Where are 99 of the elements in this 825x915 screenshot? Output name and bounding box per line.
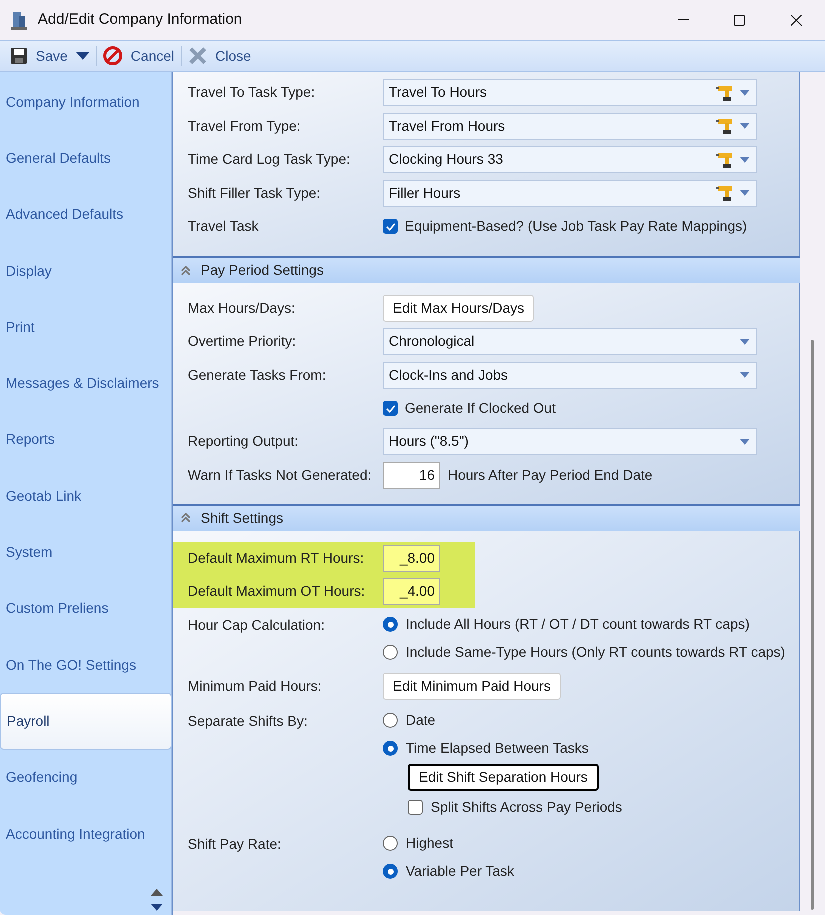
number-field[interactable]: _8.00	[383, 544, 440, 572]
checkbox[interactable]	[408, 800, 423, 815]
checkbox-label: Equipment-Based? (Use Job Task Pay Rate Mappings)	[405, 217, 748, 236]
dropdown-value: Travel To Hours	[389, 83, 488, 102]
dropdown[interactable]: Clocking Hours 33	[383, 146, 757, 174]
collapse-icon	[181, 266, 191, 276]
dropdown[interactable]: Hours ("8.5")	[383, 428, 757, 456]
radio-label: Include All Hours (RT / OT / DT count towards RT caps)	[406, 615, 750, 634]
radio-label: Highest	[406, 834, 454, 853]
field-label: Overtime Priority:	[188, 332, 298, 352]
dropdown-value: Chronological	[389, 332, 476, 352]
field-label: Hour Cap Calculation:	[188, 616, 326, 635]
field-label: Time Card Log Task Type:	[188, 150, 352, 170]
toolbar-button[interactable]: Cancel	[100, 43, 177, 69]
window-title: Add/Edit Company Information	[38, 10, 242, 30]
sidebar-item[interactable]: Display	[0, 242, 171, 300]
field-label: Travel Task	[188, 217, 260, 236]
radio-label: Time Elapsed Between Tasks	[406, 739, 589, 758]
field-label: Travel From Type:	[188, 116, 302, 136]
field-label: Reporting Output:	[188, 432, 300, 452]
dropdown[interactable]: Chronological	[383, 328, 757, 356]
edit-button[interactable]: Edit Shift Separation Hours	[408, 764, 599, 790]
sidebar-item[interactable]: General Defaults	[0, 130, 171, 187]
field-label: Warn If Tasks Not Generated:	[188, 466, 373, 484]
sidebar-item[interactable]: Geofencing	[0, 750, 171, 806]
field-label: Shift Filler Task Type:	[188, 184, 322, 203]
dropdown-value: Clocking Hours 33	[389, 150, 504, 170]
dropdown-arrow-icon	[740, 338, 750, 345]
radio-button[interactable]	[383, 836, 398, 851]
edit-button[interactable]: Edit Minimum Paid Hours	[383, 673, 561, 700]
field-label: Generate Tasks From:	[188, 366, 328, 385]
radio-label: Include Same-Type Hours (Only RT counts towards RT caps)	[406, 643, 786, 662]
section-header[interactable]: Pay Period Settings	[173, 256, 800, 283]
edit-button[interactable]: Edit Max Hours/Days	[383, 294, 534, 322]
close-icon	[790, 14, 802, 26]
drill-icon	[716, 117, 734, 136]
dropdown-arrow-icon	[740, 190, 750, 196]
maximize-icon	[734, 14, 744, 26]
dropdown-arrow-icon	[740, 156, 750, 163]
drill-icon	[716, 84, 734, 102]
field-suffix: Hours After Pay Period End Date	[448, 466, 653, 485]
collapse-icon	[181, 513, 191, 523]
dropdown-arrow-icon	[740, 438, 750, 445]
building-icon	[10, 10, 28, 30]
checkmark-icon	[386, 222, 396, 230]
toolbar-button[interactable]: Save	[8, 43, 92, 69]
radio-button[interactable]	[383, 645, 398, 660]
number-field[interactable]: 16	[383, 462, 440, 488]
checkbox-label: Split Shifts Across Pay Periods	[431, 798, 622, 817]
scrollbar-thumb[interactable]	[811, 340, 814, 910]
sidebar-item[interactable]: Print	[0, 299, 171, 356]
sidebar-item[interactable]: Advanced Defaults	[0, 186, 171, 243]
sidebar-item[interactable]: System	[0, 524, 171, 581]
sidebar-item[interactable]: Custom Preliens	[0, 580, 171, 637]
field-label: Travel To Task Type:	[188, 83, 316, 102]
dropdown-arrow-icon	[740, 123, 750, 130]
no-entry-icon	[102, 46, 123, 66]
radio-label: Date	[406, 711, 436, 730]
radio-button[interactable]	[383, 617, 398, 632]
field-label: Default Maximum RT Hours:	[188, 548, 366, 568]
dropdown-value: Hours ("8.5")	[389, 432, 470, 452]
radio-button[interactable]	[383, 741, 398, 756]
sidebar-item[interactable]: On The GO! Settings	[0, 636, 171, 694]
dropdown-value: Travel From Hours	[389, 116, 506, 136]
field-label: Default Maximum OT Hours:	[188, 582, 366, 600]
sidebar-item[interactable]: Reports	[0, 412, 171, 468]
checkbox[interactable]	[383, 401, 398, 416]
cross-icon	[188, 46, 208, 66]
scroll-down-icon[interactable]	[151, 904, 163, 911]
checkmark-icon	[386, 404, 396, 412]
sidebar-item[interactable]: Geotab Link	[0, 468, 171, 524]
field-label: Separate Shifts By:	[188, 712, 309, 731]
dropdown-value: Clock-Ins and Jobs	[389, 366, 510, 385]
dropdown[interactable]: Travel To Hours	[383, 79, 757, 106]
minimize-icon	[678, 19, 688, 21]
drill-icon	[716, 150, 734, 169]
dropdown-arrow-icon	[740, 372, 750, 378]
number-field[interactable]: _4.00	[383, 578, 440, 604]
radio-button[interactable]	[383, 713, 398, 728]
toolbar-button[interactable]: Close	[186, 43, 254, 69]
sidebar-item[interactable]: Payroll	[0, 693, 172, 750]
dropdown-value: Filler Hours	[389, 184, 462, 203]
dropdown-arrow-icon	[740, 90, 750, 96]
drill-icon	[716, 184, 734, 202]
dropdown[interactable]: Filler Hours	[383, 180, 757, 207]
checkbox[interactable]	[383, 219, 398, 234]
sidebar-item[interactable]: Accounting Integration	[0, 806, 171, 862]
dropdown[interactable]: Clock-Ins and Jobs	[383, 362, 757, 389]
field-label: Shift Pay Rate:	[188, 834, 282, 854]
section-header[interactable]: Shift Settings	[173, 504, 800, 530]
checkbox-label: Generate If Clocked Out	[405, 399, 556, 418]
field-label: Minimum Paid Hours:	[188, 677, 323, 696]
scroll-up-icon[interactable]	[151, 889, 163, 896]
radio-label: Variable Per Task	[406, 862, 514, 881]
sidebar-item[interactable]: Messages & Disclaimers	[0, 355, 171, 412]
dropdown[interactable]: Travel From Hours	[383, 112, 757, 140]
radio-button[interactable]	[383, 864, 398, 879]
field-label: Max Hours/Days:	[188, 298, 296, 318]
sidebar-item[interactable]: Company Information	[0, 74, 171, 130]
